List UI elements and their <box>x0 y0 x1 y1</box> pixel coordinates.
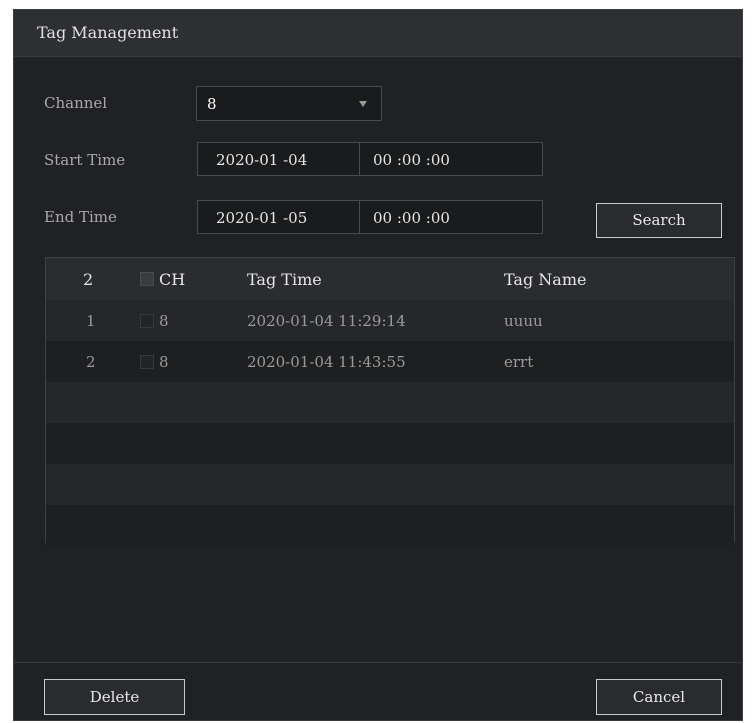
row-tag-time: 2020-01-04 11:29:14 <box>247 312 406 330</box>
record-count: 2 <box>83 270 94 289</box>
row-tag-name: uuuu <box>504 312 543 330</box>
row-ch: 8 <box>159 312 169 330</box>
footer-divider <box>14 662 742 663</box>
table-row[interactable]: 1 8 2020-01-04 11:29:14 uuuu <box>46 300 734 342</box>
table-header: 2 CH Tag Time Tag Name <box>46 258 734 301</box>
row-checkbox[interactable] <box>140 314 154 328</box>
tag-table: 2 CH Tag Time Tag Name 1 8 2020-01-04 11… <box>45 257 735 546</box>
start-time-label: Start Time <box>44 151 126 169</box>
column-header-tag-name: Tag Name <box>504 270 587 289</box>
start-date-input[interactable]: 2020-01 -04 <box>216 151 307 169</box>
end-time-divider <box>359 201 360 233</box>
start-clock-input[interactable]: 00 :00 :00 <box>373 151 450 169</box>
dialog-title: Tag Management <box>37 23 179 42</box>
cancel-button[interactable]: Cancel <box>596 679 722 715</box>
table-row[interactable]: 2 8 2020-01-04 11:43:55 errt <box>46 341 734 383</box>
channel-label: Channel <box>44 94 108 112</box>
select-all-checkbox[interactable] <box>140 272 154 286</box>
row-index: 1 <box>86 312 96 330</box>
channel-select[interactable]: 8 <box>196 86 382 121</box>
search-button[interactable]: Search <box>596 203 722 238</box>
channel-value: 8 <box>207 95 217 113</box>
delete-button[interactable]: Delete <box>44 679 185 715</box>
tag-management-dialog: Tag Management Channel 8 Start Time 2020… <box>13 9 743 721</box>
row-checkbox[interactable] <box>140 355 154 369</box>
start-time-divider <box>359 143 360 175</box>
column-header-tag-time: Tag Time <box>247 270 322 289</box>
row-tag-name: errt <box>504 353 534 371</box>
chevron-down-icon <box>359 101 367 107</box>
table-row-empty <box>46 423 734 465</box>
table-row-empty <box>46 464 734 506</box>
end-time-field: 2020-01 -05 00 :00 :00 <box>197 200 543 234</box>
row-tag-time: 2020-01-04 11:43:55 <box>247 353 406 371</box>
row-index: 2 <box>86 353 96 371</box>
end-clock-input[interactable]: 00 :00 :00 <box>373 209 450 227</box>
end-date-input[interactable]: 2020-01 -05 <box>216 209 307 227</box>
end-time-label: End Time <box>44 208 117 226</box>
dialog-titlebar: Tag Management <box>14 10 742 57</box>
start-time-field: 2020-01 -04 00 :00 :00 <box>197 142 543 176</box>
row-ch: 8 <box>159 353 169 371</box>
table-row-empty <box>46 505 734 546</box>
table-row-empty <box>46 382 734 424</box>
column-header-ch: CH <box>159 270 186 289</box>
